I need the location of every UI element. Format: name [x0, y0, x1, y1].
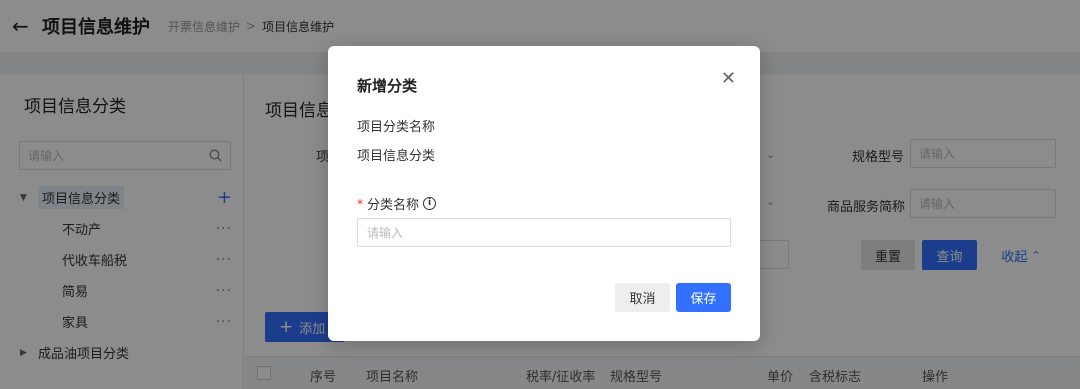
info-icon[interactable]: i — [423, 197, 437, 210]
add-category-dialog: 新增分类 ✕ 项目分类名称 项目信息分类 * 分类名称 i 取消 保存 — [328, 46, 760, 341]
cancel-button[interactable]: 取消 — [615, 283, 670, 312]
parent-category-value: 项目信息分类 — [357, 149, 436, 164]
save-button[interactable]: 保存 — [676, 283, 731, 312]
required-asterisk: * — [357, 196, 363, 211]
category-name-label: 分类名称 — [367, 198, 420, 213]
close-icon[interactable]: ✕ — [721, 68, 736, 89]
parent-category-label: 项目分类名称 — [357, 120, 436, 135]
category-name-label-row: * 分类名称 i — [357, 194, 437, 213]
category-name-input[interactable] — [357, 218, 731, 247]
dialog-title: 新增分类 — [357, 77, 418, 95]
